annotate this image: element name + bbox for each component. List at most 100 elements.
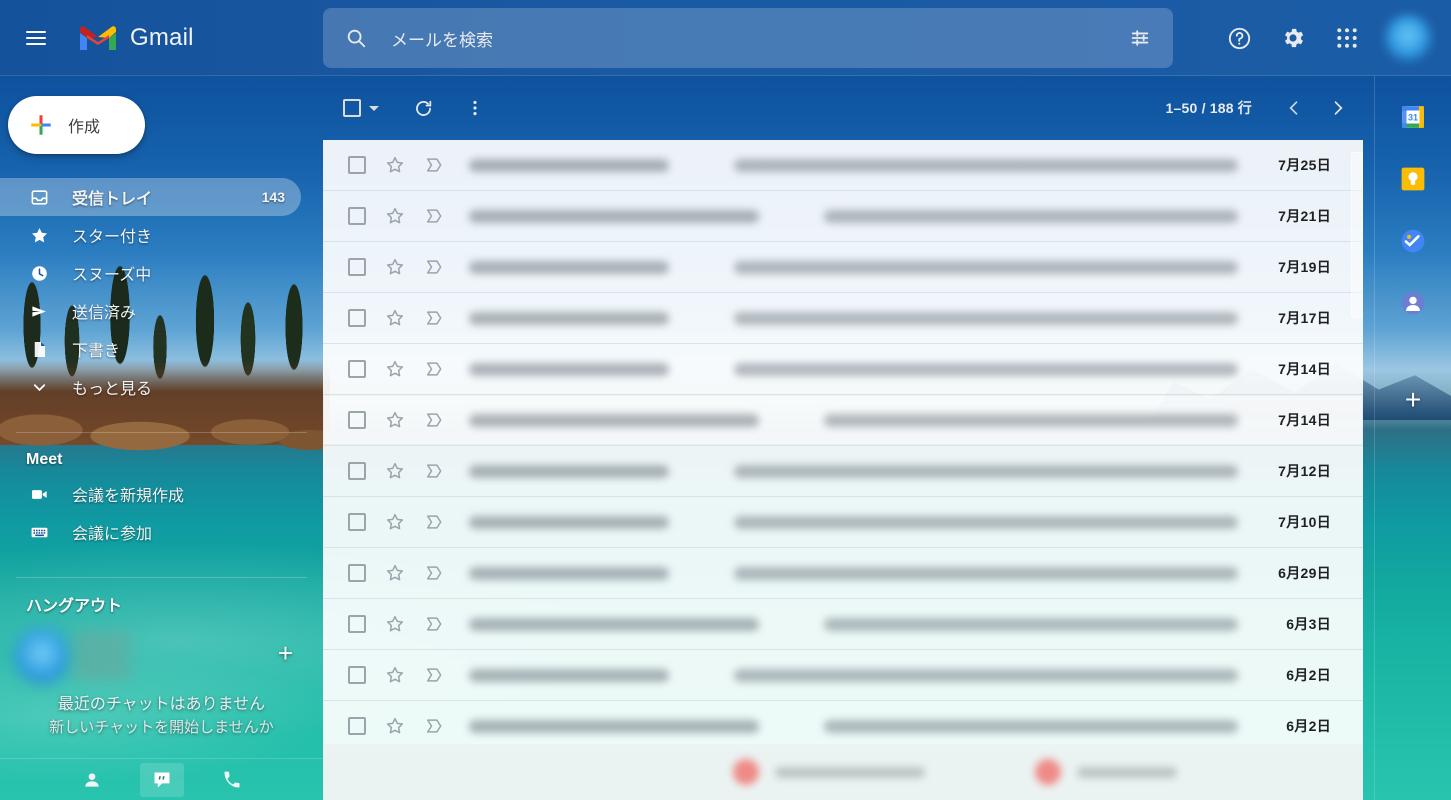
sidebar-item-more[interactable]: もっと見る (0, 368, 301, 406)
chevron-down-icon[interactable] (369, 105, 379, 111)
star-icon[interactable] (385, 257, 405, 277)
star-icon[interactable] (385, 410, 405, 430)
important-marker-icon[interactable] (424, 563, 444, 583)
subject-text (734, 260, 1238, 274)
pagination-next-button[interactable] (1318, 88, 1358, 128)
avatar (1035, 759, 1061, 785)
important-marker-icon[interactable] (424, 461, 444, 481)
star-icon[interactable] (385, 206, 405, 226)
row-checkbox[interactable] (348, 309, 366, 327)
sidebar-item-sent[interactable]: 送信済み (0, 292, 301, 330)
important-marker-icon[interactable] (424, 155, 444, 175)
row-checkbox[interactable] (348, 615, 366, 633)
video-camera-icon (28, 485, 50, 504)
table-row[interactable]: 6月2日 (323, 650, 1363, 701)
table-row[interactable]: 7月14日 (323, 344, 1363, 395)
main-menu-button[interactable] (12, 14, 60, 62)
star-icon (28, 226, 50, 245)
table-row[interactable]: 7月17日 (323, 293, 1363, 344)
hangouts-tab-contacts[interactable] (70, 763, 114, 797)
star-icon[interactable] (385, 461, 405, 481)
search-options-icon[interactable] (1129, 27, 1151, 49)
hangouts-tab-conversations[interactable] (139, 762, 184, 797)
table-row[interactable]: 7月10日 (323, 497, 1363, 548)
row-checkbox[interactable] (348, 360, 366, 378)
important-marker-icon[interactable] (424, 410, 444, 430)
star-icon[interactable] (385, 512, 405, 532)
important-marker-icon[interactable] (424, 257, 444, 277)
table-row[interactable]: 7月12日 (323, 446, 1363, 497)
important-marker-icon[interactable] (424, 206, 444, 226)
search-bar[interactable]: メールを検索 (323, 8, 1173, 68)
important-marker-icon[interactable] (424, 665, 444, 685)
hangouts-avatar-secondary (74, 631, 130, 681)
google-apps-button[interactable] (1325, 16, 1369, 60)
table-row[interactable]: 7月14日 (323, 395, 1363, 446)
row-checkbox[interactable] (348, 411, 366, 429)
important-marker-icon[interactable] (424, 308, 444, 328)
calendar-icon[interactable]: 31 (1400, 104, 1426, 130)
meet-new-meeting[interactable]: 会議を新規作成 (0, 475, 301, 513)
row-checkbox[interactable] (348, 564, 366, 582)
table-row[interactable]: 7月19日 (323, 242, 1363, 293)
row-checkbox[interactable] (348, 207, 366, 225)
star-icon[interactable] (385, 614, 405, 634)
row-checkbox[interactable] (348, 717, 366, 735)
sidebar-item-snoozed[interactable]: スヌーズ中 (0, 254, 301, 292)
star-icon[interactable] (385, 155, 405, 175)
hangouts-tab-calls[interactable] (210, 763, 254, 797)
brand[interactable]: Gmail (78, 23, 194, 53)
hangouts-avatar[interactable] (14, 628, 70, 684)
received-date: 7月14日 (1278, 361, 1331, 377)
table-row[interactable]: 6月29日 (323, 548, 1363, 599)
row-checkbox[interactable] (348, 156, 366, 174)
sender-name (469, 719, 759, 733)
compose-button[interactable]: 作成 (8, 96, 145, 154)
help-button[interactable] (1217, 16, 1261, 60)
hangouts-add-button[interactable]: + (278, 638, 293, 669)
table-row[interactable]: 6月3日 (323, 599, 1363, 650)
hangouts-empty-line2: 新しいチャットを開始しませんか (49, 719, 274, 736)
important-marker-icon[interactable] (424, 512, 444, 532)
footer-item[interactable] (733, 759, 925, 785)
mail-list[interactable]: 7月25日 7月21日 7月19日 7月17日 7月14日 7月14日 7月12日 7月10日… (323, 140, 1363, 800)
side-addon-panel: 31 + (1374, 76, 1451, 800)
important-marker-icon[interactable] (424, 359, 444, 379)
settings-button[interactable] (1271, 16, 1315, 60)
mail-list-scrollbar[interactable] (1351, 140, 1363, 800)
scrollbar-thumb[interactable] (1351, 152, 1363, 318)
keep-icon[interactable] (1400, 166, 1426, 192)
inbox-icon (28, 188, 50, 207)
contacts-icon[interactable] (1400, 290, 1426, 316)
important-marker-icon[interactable] (424, 614, 444, 634)
important-marker-icon[interactable] (424, 716, 444, 736)
tasks-icon[interactable] (1400, 228, 1426, 254)
addon-add-button[interactable]: + (1405, 386, 1421, 414)
row-checkbox[interactable] (348, 258, 366, 276)
star-icon[interactable] (385, 359, 405, 379)
pagination-range: 1–50 / 188 行 (1165, 100, 1252, 116)
table-row[interactable]: 7月25日 (323, 140, 1363, 191)
footer-item[interactable] (1035, 759, 1177, 785)
sidebar-item-drafts[interactable]: 下書き (0, 330, 301, 368)
refresh-button[interactable] (403, 88, 443, 128)
search-input[interactable]: メールを検索 (391, 26, 493, 51)
meet-join-meeting-label: 会議に参加 (72, 526, 153, 543)
select-all-checkbox[interactable] (343, 99, 361, 117)
table-row[interactable]: 7月21日 (323, 191, 1363, 242)
footer-text-redacted (1077, 766, 1177, 778)
star-icon[interactable] (385, 665, 405, 685)
meet-join-meeting[interactable]: 会議に参加 (0, 513, 301, 551)
select-all-control[interactable] (343, 99, 379, 117)
account-avatar[interactable] (1385, 15, 1431, 61)
sidebar-item-starred[interactable]: スター付き (0, 216, 301, 254)
star-icon[interactable] (385, 716, 405, 736)
star-icon[interactable] (385, 563, 405, 583)
row-checkbox[interactable] (348, 462, 366, 480)
star-icon[interactable] (385, 308, 405, 328)
row-checkbox[interactable] (348, 666, 366, 684)
sidebar-item-inbox[interactable]: 受信トレイ 143 (0, 178, 301, 216)
row-checkbox[interactable] (348, 513, 366, 531)
pagination-prev-button[interactable] (1274, 88, 1314, 128)
more-options-button[interactable] (455, 88, 495, 128)
